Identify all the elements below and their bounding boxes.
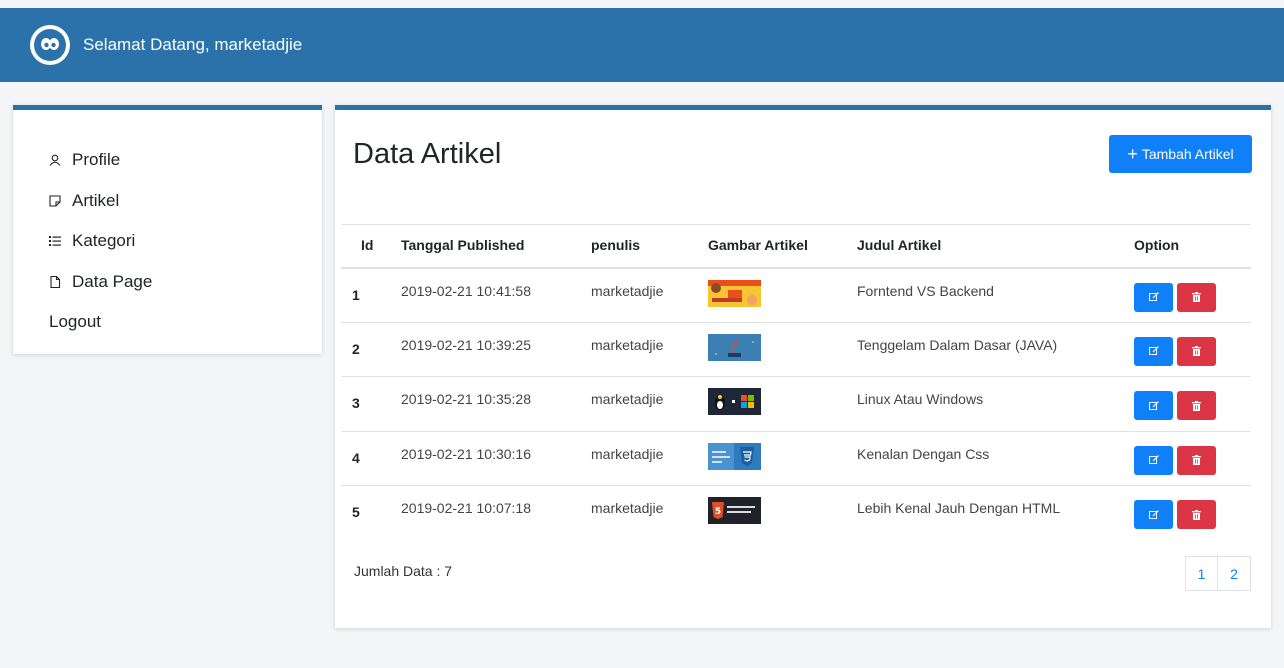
edit-button[interactable] [1134,500,1173,529]
row-date: 2019-02-21 10:41:58 [401,282,531,299]
plus-icon: + [1127,144,1138,164]
row-id: 4 [352,449,360,466]
table-row: 1 2019-02-21 10:41:58 marketadjie Fornte… [341,268,1251,322]
row-title: Kenalan Dengan Css [857,445,990,462]
sidebar: Profile Artikel Kategori Data Page Logou… [13,105,322,354]
row-title: Tenggelam Dalam Dasar (JAVA) [857,336,1058,353]
row-date: 2019-02-21 10:39:25 [401,336,531,353]
row-title: Lebih Kenal Jauh Dengan HTML [857,500,1061,516]
trash-icon [1192,400,1201,411]
edit-icon [1148,346,1159,355]
note-icon [49,195,61,207]
css-thumbnail [708,442,761,470]
table-header-row: Id Tanggal Published penulis Gambar Arti… [341,224,1251,268]
delete-button[interactable] [1177,336,1216,366]
file-icon [49,275,61,288]
data-count: Jumlah Data : 7 [354,563,453,579]
trash-icon [1192,292,1201,302]
row-author: marketadjie [591,445,664,462]
html-thumbnail: 5 [708,497,761,524]
row-title: Linux Atau Windows [857,391,984,407]
logo [30,25,70,65]
trash-icon [1192,455,1201,465]
java-thumbnail [708,333,761,361]
row-author: marketadjie [591,282,664,299]
sidebar-item-kategori[interactable]: Kategori [13,221,322,262]
sidebar-item-label: Artikel [72,190,120,210]
welcome-title: Selamat Datang, marketadjie [83,35,303,54]
trash-icon [1192,346,1201,356]
page-link-2[interactable]: 2 [1218,556,1251,591]
column-header-option: Option [1134,237,1180,253]
column-header-image: Gambar Artikel [708,237,808,253]
trash-icon [1192,509,1201,520]
row-id: 1 [352,286,360,303]
sidebar-item-profile[interactable]: Profile [13,140,322,181]
delete-button[interactable] [1177,282,1216,312]
edit-icon [1148,509,1159,519]
sidebar-item-artikel[interactable]: Artikel [13,181,322,222]
table-row: 2 2019-02-21 10:39:25 marketadjie Tengge… [341,322,1251,377]
row-date: 2019-02-21 10:30:16 [401,445,531,462]
pagination: 1 2 [1185,556,1251,591]
front-end-back-end-thumbnail [708,279,761,307]
top-header: Selamat Datang, marketadjie [0,8,1284,82]
svg-text:5: 5 [715,507,721,517]
column-header-title: Judul Artikel [857,237,942,253]
row-date: 2019-02-21 10:07:18 [401,500,531,516]
row-id: 3 [352,395,360,411]
table-row: 3 2019-02-21 10:35:28 marketadjie Linux … [341,377,1251,431]
edit-icon [1148,400,1159,410]
column-header-id: Id [361,237,374,253]
row-author: marketadjie [591,500,664,516]
sidebar-item-label: Logout [49,312,101,332]
row-id: 5 [352,504,360,520]
delete-button[interactable] [1177,391,1216,420]
column-header-date: Tanggal Published [401,237,525,253]
delete-button[interactable] [1177,445,1216,475]
row-title: Forntend VS Backend [857,282,994,299]
add-article-button[interactable]: + Tambah Artikel [1109,135,1252,173]
edit-button[interactable] [1134,445,1173,475]
column-header-author: penulis [591,237,641,253]
row-date: 2019-02-21 10:35:28 [401,391,531,407]
sidebar-item-label: Kategori [72,231,136,251]
articles-table: Id Tanggal Published penulis Gambar Arti… [341,224,1251,540]
edit-icon [1148,292,1159,301]
add-article-label: Tambah Artikel [1141,146,1234,162]
edit-button[interactable] [1134,282,1173,312]
edit-icon [1148,455,1159,464]
table-row: 5 2019-02-21 10:07:18 marketadjie 5 Lebi… [341,486,1251,541]
linux-windows-thumbnail [708,388,761,415]
sidebar-item-label: Data Page [72,271,153,291]
list-icon [49,235,61,247]
row-author: marketadjie [591,336,664,353]
table-row: 4 2019-02-21 10:30:16 marketadjie Kenala… [341,431,1251,486]
row-author: marketadjie [591,391,664,407]
user-icon [49,154,61,167]
sidebar-item-label: Profile [72,150,121,170]
edit-button[interactable] [1134,336,1173,366]
page-title: Data Artikel [353,138,502,170]
row-id: 2 [352,340,360,357]
sidebar-item-data-page[interactable]: Data Page [13,262,322,303]
page-link-1[interactable]: 1 [1185,556,1218,591]
main-panel: Data Artikel + Tambah Artikel Id Tanggal… [335,105,1271,628]
edit-button[interactable] [1134,391,1173,420]
sidebar-item-logout[interactable]: Logout [13,302,322,343]
delete-button[interactable] [1177,500,1216,529]
